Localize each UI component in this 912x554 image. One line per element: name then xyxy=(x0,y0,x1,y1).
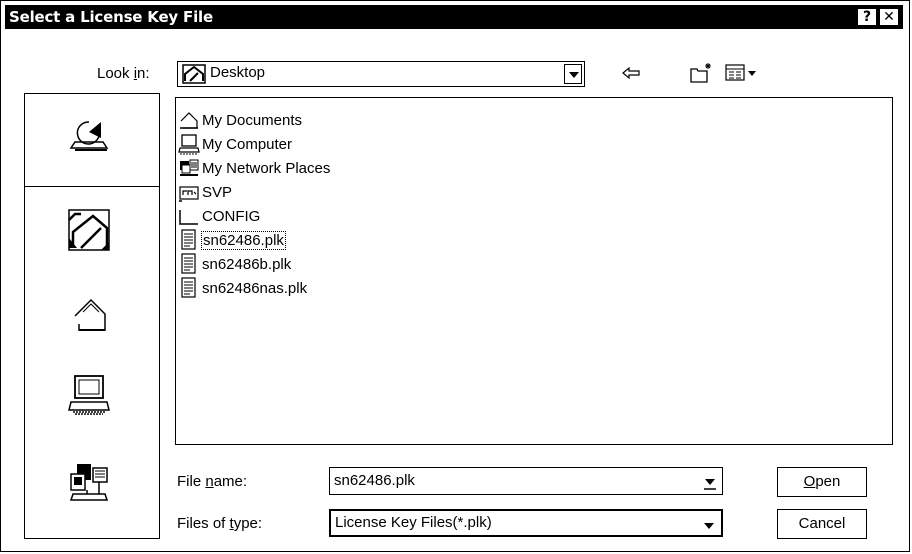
files-of-type-label: Files of type: xyxy=(177,515,262,532)
document-icon xyxy=(181,277,196,298)
my-computer-icon xyxy=(68,375,110,415)
close-button[interactable]: ✕ xyxy=(879,8,899,26)
file-name: My Network Places xyxy=(202,159,331,177)
file-name-label: File name: xyxy=(177,473,247,490)
cancel-button[interactable]: Cancel xyxy=(777,509,867,539)
my-documents-icon xyxy=(74,298,106,331)
file-name-input[interactable]: sn62486.plk xyxy=(329,467,723,495)
places-desktop[interactable] xyxy=(25,188,159,276)
file-list[interactable]: My Documents My Computer My Network Plac… xyxy=(175,97,893,445)
network-drive-icon xyxy=(179,186,199,202)
file-name-label-text-end: ame: xyxy=(213,473,248,490)
look-in-value: Desktop xyxy=(210,64,266,81)
file-name: sn62486nas.plk xyxy=(202,279,308,297)
list-item[interactable]: SVP xyxy=(178,180,232,204)
file-name-label-text: File xyxy=(177,473,206,490)
chevron-down-icon[interactable] xyxy=(564,64,582,84)
list-item[interactable]: My Computer xyxy=(178,132,292,156)
desktop-icon xyxy=(182,64,206,88)
file-name: My Computer xyxy=(202,135,293,153)
open-button[interactable]: Open xyxy=(777,467,867,497)
my-computer-icon xyxy=(178,134,200,155)
folder-icon xyxy=(179,210,198,225)
document-icon xyxy=(181,253,196,274)
chevron-down-icon[interactable] xyxy=(704,476,716,490)
files-of-type-value: License Key Files(*.plk) xyxy=(335,514,492,531)
places-divider xyxy=(25,186,159,187)
help-button[interactable]: ? xyxy=(857,8,877,26)
places-my-computer[interactable] xyxy=(25,352,159,440)
files-of-type-label-text-end: ype: xyxy=(233,515,263,532)
document-icon xyxy=(181,229,196,250)
places-my-documents[interactable] xyxy=(25,268,159,356)
view-menu-icon[interactable] xyxy=(725,61,759,85)
places-my-network[interactable] xyxy=(25,440,159,528)
file-name: SVP xyxy=(202,183,233,201)
network-places-icon xyxy=(180,159,199,176)
file-name: CONFIG xyxy=(202,207,261,225)
list-item[interactable]: My Network Places xyxy=(178,156,330,180)
open-button-mnemonic: O xyxy=(803,473,816,490)
places-bar xyxy=(24,93,160,539)
dialog-title: Select a License Key File xyxy=(9,8,213,26)
places-history[interactable] xyxy=(25,94,159,182)
title-bar: Select a License Key File ? ✕ xyxy=(5,5,903,29)
look-in-label-text-end: n: xyxy=(137,65,150,82)
select-license-key-dialog: Select a License Key File ? ✕ Look in: D… xyxy=(0,0,910,552)
file-name: sn62486b.plk xyxy=(202,255,292,273)
desktop-icon xyxy=(68,209,110,251)
history-icon xyxy=(69,121,109,151)
file-name-selected: sn62486.plk xyxy=(201,230,286,250)
file-name-label-mnemonic: n xyxy=(205,473,214,490)
files-of-type-label-text: Files of xyxy=(177,515,230,532)
look-in-dropdown[interactable]: Desktop xyxy=(177,61,585,87)
file-name-value: sn62486.plk xyxy=(334,472,415,489)
files-of-type-dropdown[interactable]: License Key Files(*.plk) xyxy=(329,509,723,537)
my-documents-icon xyxy=(180,112,198,129)
back-arrow-icon[interactable] xyxy=(619,61,643,85)
my-network-places-icon xyxy=(69,464,109,501)
chevron-down-icon[interactable] xyxy=(703,519,715,531)
look-in-label-text: Look xyxy=(97,65,134,82)
list-item[interactable]: sn62486b.plk xyxy=(178,252,291,276)
file-name: My Documents xyxy=(202,111,303,129)
new-folder-icon[interactable] xyxy=(689,61,713,85)
list-item[interactable]: sn62486nas.plk xyxy=(178,276,307,300)
list-item[interactable]: sn62486.plk xyxy=(178,228,286,252)
list-item[interactable]: My Documents xyxy=(178,108,302,132)
list-item[interactable]: CONFIG xyxy=(178,204,260,228)
look-in-label: Look in: xyxy=(97,65,150,82)
open-button-label: pen xyxy=(815,473,841,490)
